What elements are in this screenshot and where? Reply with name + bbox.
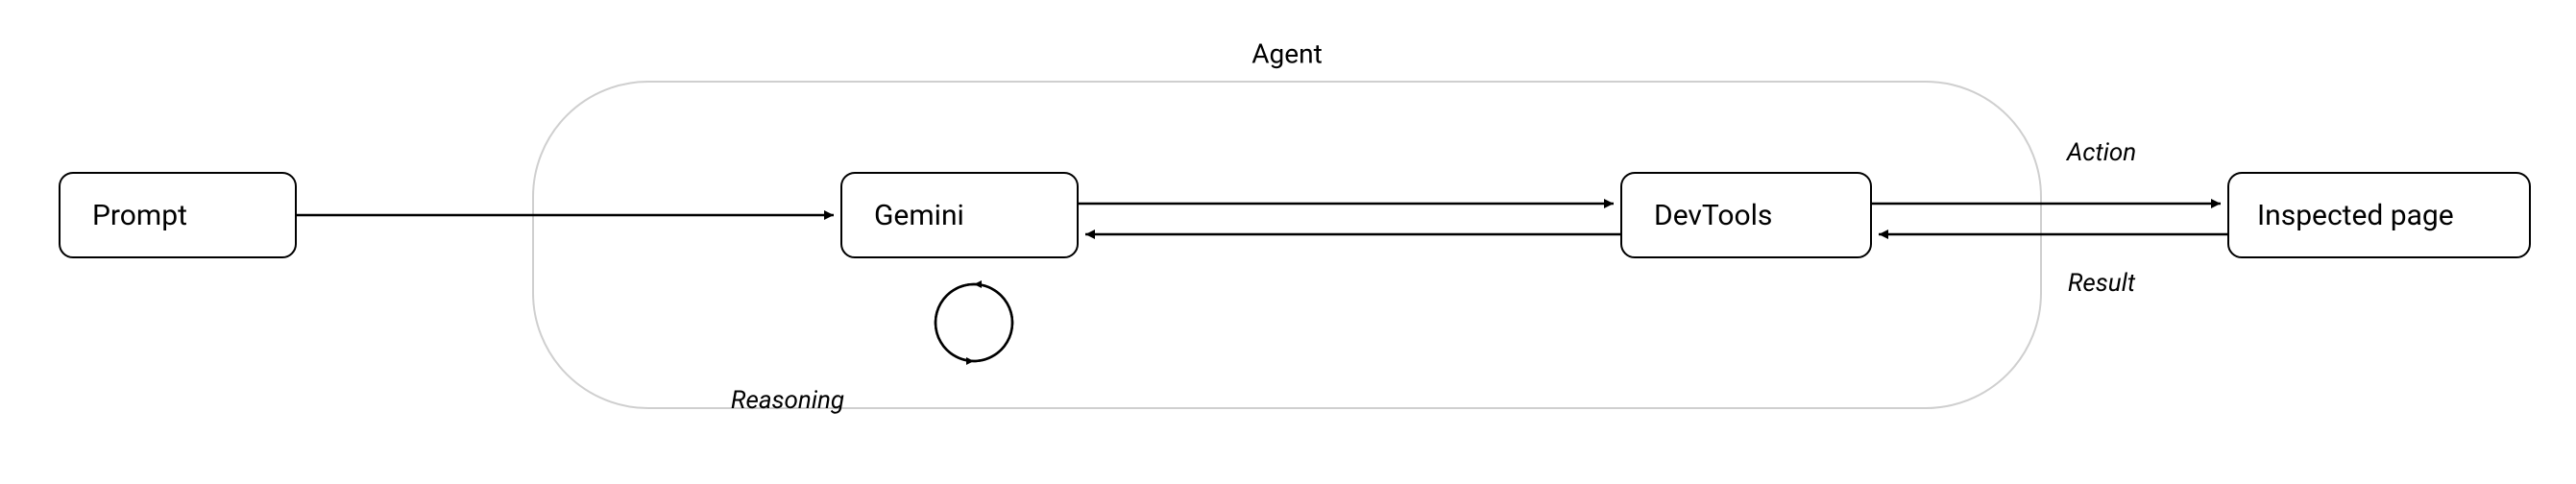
edge-reasoning-loop bbox=[936, 284, 1012, 361]
node-devtools-label: DevTools bbox=[1654, 199, 1772, 232]
node-inspected-page-label: Inspected page bbox=[2257, 199, 2454, 232]
edge-reasoning-label: Reasoning bbox=[731, 386, 844, 415]
edge-result-label: Result bbox=[2068, 269, 2136, 298]
node-prompt-label: Prompt bbox=[92, 199, 187, 232]
node-devtools: DevTools bbox=[1621, 173, 1871, 257]
edge-action-label: Action bbox=[2065, 138, 2136, 167]
node-prompt: Prompt bbox=[60, 173, 296, 257]
node-gemini-label: Gemini bbox=[874, 199, 964, 232]
node-gemini: Gemini bbox=[841, 173, 1078, 257]
agent-group-label: Agent bbox=[1252, 37, 1322, 69]
node-inspected-page: Inspected page bbox=[2228, 173, 2530, 257]
